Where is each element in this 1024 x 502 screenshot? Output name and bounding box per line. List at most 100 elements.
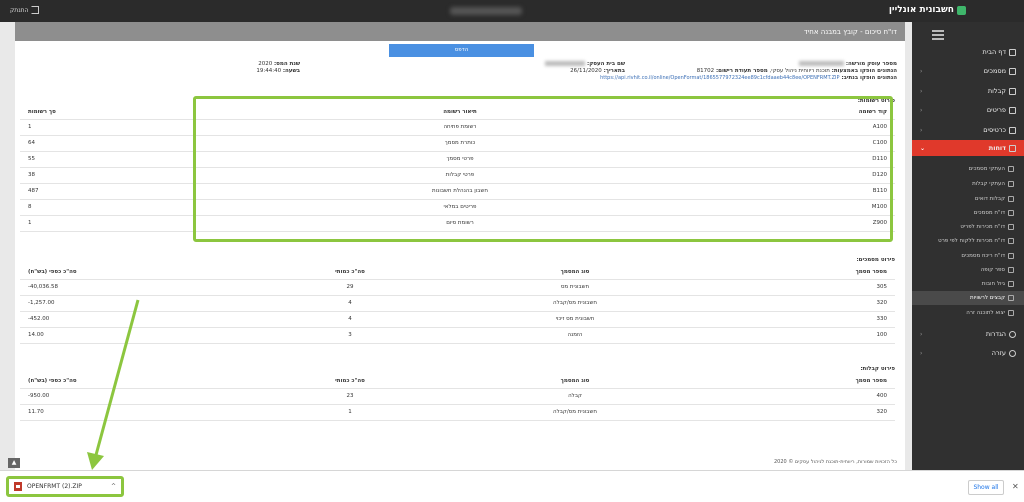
browser-download-bar: OPENFRMT (2).ZIP ^ Show all ✕ <box>0 470 1024 502</box>
sidebar-item-documents[interactable]: מסמכים ‹ <box>912 63 1024 79</box>
sidebar-item-label: דוחות <box>988 144 1006 152</box>
sidebar-subitem[interactable]: יצוא לתוכנה זרה <box>912 306 1024 320</box>
print-button[interactable]: הדפס <box>389 44 534 57</box>
help-icon <box>1009 349 1016 357</box>
report-panel: דו"ח סיכום - קובץ במבנה אחיד הדפס שנת המ… <box>15 22 905 470</box>
scroll-to-top-button[interactable]: ▲ <box>8 458 20 468</box>
table-header-row: מספר מסמך סוג המסמך סה"כ כמותי סה"כ כספי… <box>20 374 895 389</box>
rcpt-number: 400 <box>695 388 895 405</box>
generated-label: הנתונים הופקו באמצעות: <box>831 68 897 74</box>
col-rcpt-qty: סה"כ כמותי <box>245 374 455 389</box>
table-row: 320 חשבונית מס/קבלה 4 1,257.00- <box>20 295 895 312</box>
time-label: בשעה: <box>282 68 300 74</box>
doc-type: חשבונית מס <box>455 279 695 296</box>
user-name-blurred <box>450 7 522 15</box>
subitem-label: יצוא לתוכנה זרה <box>966 310 1005 316</box>
top-bar: התנתק חשבונית אונליין <box>0 0 1024 22</box>
sidebar-item-label: כרטיסים <box>983 126 1006 134</box>
report-icon <box>1008 196 1014 202</box>
sidebar-item-label: עזרה <box>991 349 1006 357</box>
sidebar-subitem[interactable]: קבלות דואים <box>912 192 1024 206</box>
chart-icon <box>1008 281 1014 287</box>
logout-label: התנתק <box>10 6 29 14</box>
table-row: 305 חשבונית מס 29 40,036.58- <box>20 279 895 296</box>
sidebar-item-label: דף הבית <box>982 48 1006 56</box>
generated-value: תוכנת ריווחית ניהול עסקי, <box>769 68 830 74</box>
show-all-button[interactable]: Show all <box>968 480 1004 495</box>
subitem-label: ספר קופה <box>980 267 1005 273</box>
subitem-label: העתקי מסמכים <box>968 166 1005 172</box>
copyright-footer: כל הזכויות שמורות, ריווחית-תוכנת לניהול … <box>774 459 897 465</box>
dealer-info: מספר עוסק מורשה: הנתונים הופקו באמצעות: … <box>535 61 897 82</box>
dealer-number-blurred <box>799 61 845 66</box>
file-icon <box>1008 295 1014 301</box>
doc-qty: 29 <box>245 279 455 296</box>
subitem-label: קבצים לרשויות <box>970 295 1005 301</box>
report-title: דו"ח סיכום - קובץ במבנה אחיד <box>15 22 905 41</box>
table-row: 400 קבלה 23 950.00- <box>20 388 895 405</box>
sidebar-item-receipts[interactable]: קבלות ‹ <box>912 83 1024 99</box>
report-icon <box>1008 253 1014 259</box>
close-icon[interactable]: ✕ <box>1012 482 1019 491</box>
doc-qty: 4 <box>245 311 455 328</box>
reg-label: מספר תעודת רישום: <box>715 68 768 74</box>
rcpt-type: חשבונית מס/קבלה <box>455 404 695 421</box>
gear-icon <box>1009 330 1016 338</box>
chevron-left-icon: ‹ <box>920 126 923 134</box>
document-icon <box>1009 67 1016 75</box>
items-icon <box>1009 106 1016 114</box>
rcpt-qty: 1 <box>245 404 455 421</box>
table-header-row: מספר מסמך סוג המסמך סה"כ כמותי סה"כ כספי… <box>20 265 895 280</box>
sidebar-item-items[interactable]: פריטים ‹ <box>912 102 1024 118</box>
doc-type: הזמנה <box>455 327 695 344</box>
doc-amount: 452.00- <box>20 311 245 328</box>
sidebar-subitem[interactable]: העתקי מסמכים <box>912 162 1024 176</box>
col-rcpt-type: סוג המסמך <box>455 374 695 389</box>
col-rcpt-amount: סה"כ כספי (בש"ח) <box>20 374 245 389</box>
doc-type: חשבונית מס/קבלה <box>455 295 695 312</box>
brand-logo[interactable]: חשבונית אונליין <box>889 5 966 15</box>
sidebar-subitem[interactable]: דו"ח מכירות ללקוח לפי פרט <box>912 234 1024 248</box>
download-filename: OPENFRMT (2).ZIP <box>27 483 82 490</box>
doc-number: 320 <box>695 295 895 312</box>
sidebar-item-label: הגדרות <box>985 330 1006 338</box>
report-icon <box>1008 210 1014 216</box>
sidebar-subitem[interactable]: דו"ח מכירות לפריט <box>912 220 1024 234</box>
documents-title: פירוט מסמכים: <box>856 257 895 263</box>
brand-icon <box>957 5 966 15</box>
rcpt-amount: 11.70 <box>20 404 245 421</box>
sidebar-subitem[interactable]: העתקי קבלות <box>912 177 1024 191</box>
sidebar-item-help[interactable]: עזרה ‹ <box>912 345 1024 361</box>
menu-toggle-icon[interactable] <box>932 30 944 40</box>
sidebar-item-settings[interactable]: הגדרות ‹ <box>912 326 1024 342</box>
sidebar-subitem[interactable]: דו"ח ריכוז מסמכים <box>912 249 1024 263</box>
saved-path-link[interactable]: https://api.rivhit.co.il/online/OpenForm… <box>600 75 840 81</box>
sidebar-subitem[interactable]: דו"ח מסמכים <box>912 206 1024 220</box>
sidebar-item-cards[interactable]: כרטיסים ‹ <box>912 122 1024 138</box>
chevron-up-icon[interactable]: ^ <box>111 483 116 490</box>
sidebar-subitem[interactable]: ספר קופה <box>912 263 1024 277</box>
subitem-label: העתקי קבלות <box>972 181 1005 187</box>
sidebar-subitem[interactable]: גיול חובות <box>912 277 1024 291</box>
sidebar: דף הבית מסמכים ‹ קבלות ‹ פריטים ‹ כרטיסי… <box>912 22 1024 470</box>
download-item[interactable]: OPENFRMT (2).ZIP ^ <box>6 476 124 497</box>
subitem-label: דו"ח מכירות ללקוח לפי פרט <box>938 238 1005 244</box>
col-doc-number: מספר מסמך <box>695 265 895 280</box>
dealer-label: מספר עוסק מורשה: <box>845 61 897 67</box>
zip-file-icon <box>14 482 22 491</box>
doc-amount: 1,257.00- <box>20 295 245 312</box>
sidebar-item-reports[interactable]: דוחות ⌄ <box>912 140 1024 156</box>
sidebar-item-home[interactable]: דף הבית <box>912 44 1024 60</box>
rcpt-type: קבלה <box>455 388 695 405</box>
logout-button[interactable]: התנתק <box>10 6 40 14</box>
chevron-left-icon: ‹ <box>920 67 923 75</box>
sidebar-subitem-authorities-files[interactable]: קבצים לרשויות <box>912 291 1024 305</box>
tax-year-info: שנת המס: 2020 בשעה: 19:44:40 <box>230 61 300 75</box>
doc-number: 330 <box>695 311 895 328</box>
subitem-label: גיול חובות <box>981 281 1005 287</box>
sidebar-item-label: פריטים <box>986 106 1006 114</box>
cash-book-icon <box>1008 267 1014 273</box>
doc-amount: 14.00 <box>20 327 245 344</box>
table-row: 320 חשבונית מס/קבלה 1 11.70 <box>20 404 895 421</box>
brand-name: חשבונית אונליין <box>888 5 954 15</box>
